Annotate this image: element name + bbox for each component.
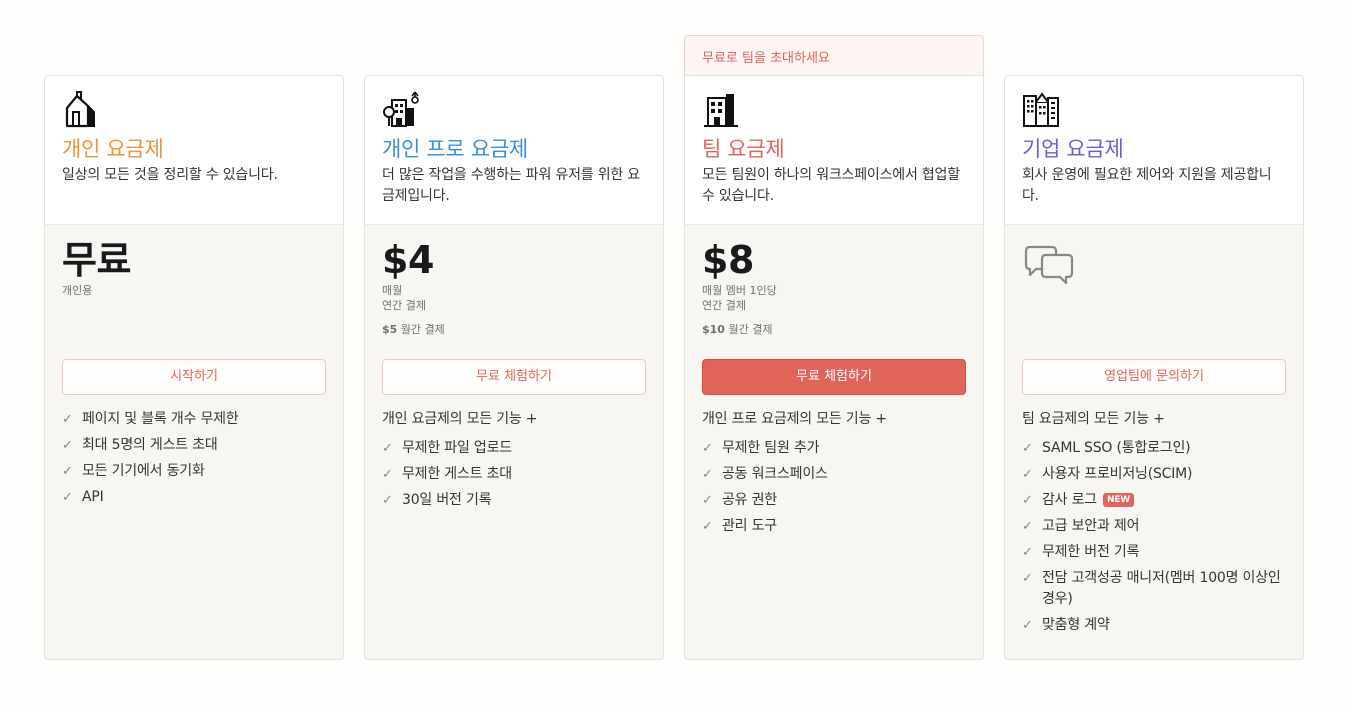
- plan-price: 무료: [62, 238, 131, 282]
- office-building-icon: [704, 94, 738, 127]
- plan-card-team: 팀 요금제 모든 팀원이 하나의 워크스페이스에서 협업할 수 있습니다. $8…: [684, 75, 984, 660]
- check-icon: ✓: [702, 467, 713, 482]
- feature-item: ✓ 무제한 버전 기록: [1022, 542, 1292, 563]
- plan-header: 팀 요금제 모든 팀원이 하나의 워크스페이스에서 협업할 수 있습니다.: [685, 76, 983, 225]
- check-icon: ✓: [702, 519, 713, 534]
- plan-title: 개인 요금제: [62, 137, 164, 161]
- plan-body: 영업팀에 문의하기 팀 요금제의 모든 기능 + ✓ SAML SSO (통합로그…: [1005, 225, 1303, 659]
- feature-item: ✓ 맞춤형 계약: [1022, 615, 1292, 636]
- plan-body: $4 매월 연간 결제 $5 월간 결제 무료 체험하기 개인 요금제의 모든 …: [365, 225, 663, 659]
- check-icon: ✓: [702, 441, 713, 456]
- feature-item: ✓ 사용자 프로비저닝(SCIM): [1022, 464, 1292, 485]
- billing-annual: 연간 결제: [702, 299, 746, 312]
- plan-card-enterprise: 기업 요금제 회사 운영에 필요한 제어와 지원을 제공합니다. 영업팀에 문의…: [1004, 75, 1304, 660]
- plan-header: 개인 프로 요금제 더 많은 작업을 수행하는 파워 유저를 위한 요금제입니다…: [365, 76, 663, 225]
- plan-card-personal: 개인 요금제 일상의 모든 것을 정리할 수 있습니다. 무료 개인용 시작하기…: [44, 75, 344, 660]
- plan-description: 더 많은 작업을 수행하는 파워 유저를 위한 요금제입니다.: [382, 167, 640, 204]
- feature-item: ✓ 관리 도구: [702, 516, 972, 537]
- check-icon: ✓: [1022, 571, 1033, 586]
- feature-item: ✓ 무제한 팀원 추가: [702, 438, 972, 459]
- plan-body: $8 매월 멤버 1인당 연간 결제 $10 월간 결제 무료 체험하기 개인 …: [685, 225, 983, 659]
- plan-price: $8: [702, 238, 754, 282]
- plan-card-personal-pro: 개인 프로 요금제 더 많은 작업을 수행하는 파워 유저를 위한 요금제입니다…: [364, 75, 664, 660]
- plan-description: 일상의 모든 것을 정리할 수 있습니다.: [62, 167, 278, 183]
- city-buildings-icon: [1023, 92, 1059, 127]
- check-icon: ✓: [1022, 467, 1033, 482]
- check-icon: ✓: [1022, 618, 1033, 633]
- check-icon: ✓: [1022, 441, 1033, 456]
- check-icon: ✓: [382, 493, 393, 508]
- plan-description: 모든 팀원이 하나의 워크스페이스에서 협업할 수 있습니다.: [702, 167, 960, 204]
- plan-title: 개인 프로 요금제: [382, 137, 528, 161]
- free-trial-button[interactable]: 무료 체험하기: [382, 359, 646, 395]
- free-trial-button[interactable]: 무료 체험하기: [702, 359, 966, 395]
- plan-description: 회사 운영에 필요한 제어와 지원을 제공합니다.: [1022, 167, 1272, 204]
- check-icon: ✓: [1022, 493, 1033, 508]
- monthly-price: $5 월간 결제: [382, 323, 445, 336]
- start-button[interactable]: 시작하기: [62, 359, 326, 395]
- new-badge: NEW: [1102, 493, 1134, 507]
- price-period: 매월: [382, 284, 403, 297]
- feature-item: ✓ 모든 기기에서 동기화: [62, 461, 332, 482]
- billing-annual: 연간 결제: [382, 299, 426, 312]
- feature-item: ✓ 감사 로그 NEW: [1022, 490, 1292, 511]
- feature-item: ✓ 무제한 파일 업로드: [382, 438, 652, 459]
- check-icon: ✓: [1022, 519, 1033, 534]
- check-icon: ✓: [702, 493, 713, 508]
- plan-price: $4: [382, 238, 434, 282]
- plan-header: 개인 요금제 일상의 모든 것을 정리할 수 있습니다.: [45, 76, 343, 225]
- plan-body: 무료 개인용 시작하기 ✓ 페이지 및 블록 개수 무제한 ✓ 최대 5명의 게스트…: [45, 225, 343, 659]
- feature-item: ✓ 전담 고객성공 매니저(멤버 100명 이상인 경우): [1022, 568, 1292, 610]
- check-icon: ✓: [1022, 545, 1033, 560]
- feature-item: ✓ 공동 워크스페이스: [702, 464, 972, 485]
- check-icon: ✓: [62, 490, 73, 505]
- plan-title: 기업 요금제: [1022, 137, 1124, 161]
- plan-header: 기업 요금제 회사 운영에 필요한 제어와 지원을 제공합니다.: [1005, 76, 1303, 225]
- feature-list: 개인 요금제의 모든 기능 + ✓ 무제한 파일 업로드 ✓ 무제한 게스트 초대 …: [382, 409, 652, 516]
- feature-item: ✓ 공유 권한: [702, 490, 972, 511]
- feature-item: ✓ 최대 5명의 게스트 초대: [62, 435, 332, 456]
- check-icon: ✓: [382, 441, 393, 456]
- contact-sales-button[interactable]: 영업팀에 문의하기: [1022, 359, 1286, 395]
- banner-text: 무료로 팀을 초대하세요: [702, 51, 830, 66]
- feature-item: ✓ SAML SSO (통합로그인): [1022, 438, 1292, 459]
- building-tree-icon: [383, 91, 419, 127]
- price-period: 매월 멤버 1인당: [702, 284, 777, 297]
- feature-intro: 팀 요금제의 모든 기능 +: [1022, 411, 1165, 427]
- feature-item: ✓ API: [62, 487, 332, 508]
- feature-intro: 개인 프로 요금제의 모든 기능 +: [702, 411, 887, 427]
- feature-item: ✓ 페이지 및 블록 개수 무제한: [62, 409, 332, 430]
- check-icon: ✓: [62, 438, 73, 453]
- feature-item: ✓ 고급 보안과 제어: [1022, 516, 1292, 537]
- house-icon: [65, 91, 95, 128]
- feature-intro: 개인 요금제의 모든 기능 +: [382, 411, 538, 427]
- chat-bubbles-icon: [1024, 245, 1074, 285]
- feature-list: 팀 요금제의 모든 기능 + ✓ SAML SSO (통합로그인) ✓ 사용자 프로…: [1022, 409, 1292, 641]
- check-icon: ✓: [62, 412, 73, 427]
- invite-team-banner: 무료로 팀을 초대하세요: [684, 35, 984, 76]
- feature-list: ✓ 페이지 및 블록 개수 무제한 ✓ 최대 5명의 게스트 초대 ✓ 모든 기기에서…: [62, 409, 332, 513]
- feature-item: ✓ 무제한 게스트 초대: [382, 464, 652, 485]
- feature-list: 개인 프로 요금제의 모든 기능 + ✓ 무제한 팀원 추가 ✓ 공동 워크스페이스…: [702, 409, 972, 542]
- plan-title: 팀 요금제: [702, 137, 785, 161]
- check-icon: ✓: [62, 464, 73, 479]
- check-icon: ✓: [382, 467, 393, 482]
- monthly-price: $10 월간 결제: [702, 323, 773, 336]
- price-note: 개인용: [62, 284, 93, 297]
- feature-item: ✓ 30일 버전 기록: [382, 490, 652, 511]
